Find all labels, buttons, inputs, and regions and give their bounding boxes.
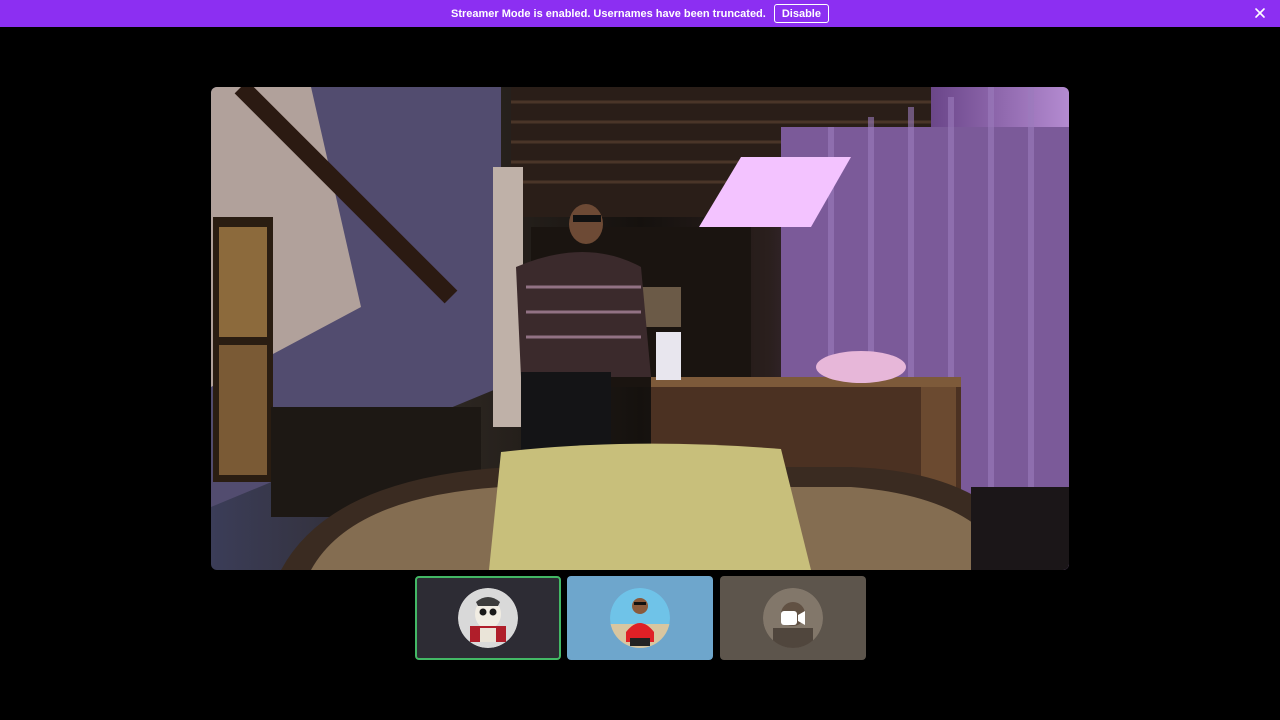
main-video-stream[interactable]	[211, 87, 1069, 570]
person-red-shirt-avatar	[610, 588, 670, 648]
streamer-mode-banner: Streamer Mode is enabled. Usernames have…	[0, 0, 1280, 27]
disable-streamer-mode-button[interactable]: Disable	[773, 4, 829, 23]
banner-message: Streamer Mode is enabled. Usernames have…	[451, 7, 766, 20]
close-icon[interactable]	[1254, 7, 1266, 19]
participant-tile-3[interactable]	[720, 576, 866, 660]
participant-strip	[415, 576, 867, 660]
skull-avatar	[458, 588, 518, 648]
participant-tile-2[interactable]	[567, 576, 713, 660]
video-scene	[211, 87, 1069, 570]
camera-icon	[781, 611, 805, 625]
participant-tile-1[interactable]	[415, 576, 561, 660]
